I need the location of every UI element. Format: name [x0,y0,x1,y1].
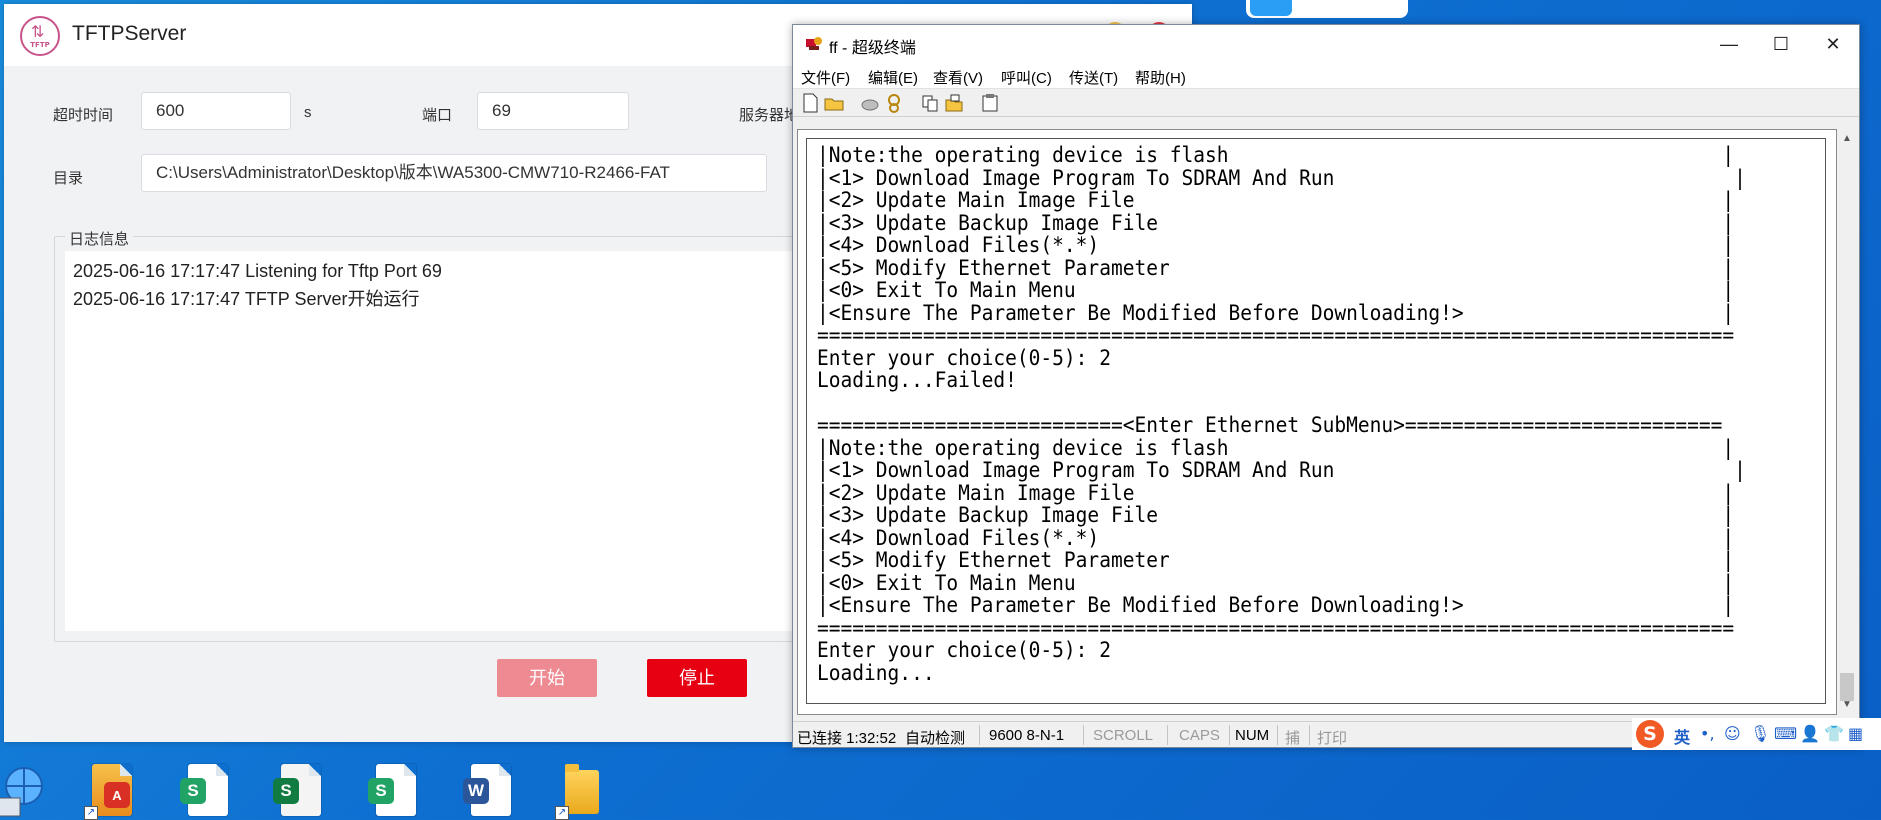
tftp-logo-icon: ⇅ TFTP [20,16,60,56]
hyperterminal-app-icon [806,37,822,50]
status-print: 打印 [1317,730,1348,747]
terminal-line: |Note:the operating device is flash | [817,435,1735,460]
status-scroll: SCROLL [1093,727,1154,744]
terminal-line: |<3> Update Backup Image File | [817,210,1735,235]
start-button[interactable]: 开始 [497,659,597,697]
microphone-icon[interactable]: 🎙 [1750,724,1770,743]
sheet-icon[interactable]: S [368,762,422,820]
terminal-line: |<2> Update Main Image File | [817,188,1735,212]
directory-input[interactable]: C:\Users\Administrator\Desktop\版本\WA5300… [141,154,767,192]
maximize-button[interactable]: ☐ [1757,29,1805,59]
folder-shortcut-icon[interactable]: ↗ [555,762,609,820]
receive-file-icon[interactable] [943,92,965,114]
menu-bar: 文件(F) 编辑(E) 查看(V) 呼叫(C) 传送(T) 帮助(H) [793,63,1859,89]
terminal-line: |<Ensure The Parameter Be Modified Befor… [817,593,1735,617]
vertical-scrollbar[interactable]: ▲ ▼ [1837,129,1857,715]
emoji-icon[interactable]: ☺ [1724,724,1741,743]
terminal-line: |<5> Modify Ethernet Parameter | [817,255,1735,280]
user-icon[interactable]: 👤 [1800,724,1820,743]
status-connected: 已连接 1:32:52 [797,730,897,747]
terminal-line: Enter your choice(0-5): 2 [817,638,1111,662]
menu-call[interactable]: 呼叫(C) [1001,67,1052,88]
menu-help[interactable]: 帮助(H) [1135,67,1186,88]
terminal-line: |Note:the operating device is flash | [817,143,1735,167]
stop-button[interactable]: 停止 [647,659,747,697]
status-capture: 捕 [1285,730,1301,747]
punctuation-icon[interactable]: •, [1700,724,1715,743]
scroll-down-icon[interactable]: ▼ [1839,697,1855,713]
menu-edit[interactable]: 编辑(E) [868,67,918,88]
send-file-icon[interactable] [919,92,941,114]
close-button[interactable]: ✕ [1809,29,1857,59]
terminal-line: |<4> Download Files(*.*) | [817,525,1735,550]
terminal-line: |<5> Modify Ethernet Parameter | [817,548,1735,572]
disconnect-icon[interactable] [883,92,905,114]
terminal-line: |<3> Update Backup Image File | [817,503,1735,527]
terminal-line: |<4> Download Files(*.*) | [817,233,1735,257]
terminal-line: |<2> Update Main Image File | [817,480,1735,505]
log-title: 日志信息 [65,228,134,249]
terminal-screen[interactable]: |Note:the operating device is flash | |<1… [797,129,1837,715]
pdf-shortcut-icon[interactable]: A ↗ [84,762,138,820]
dial-phone-icon[interactable] [859,92,881,114]
menu-file[interactable]: 文件(F) [801,67,850,88]
terminal-line: |<0> Exit To Main Menu | [817,278,1735,302]
new-file-icon[interactable] [799,92,821,114]
notification-badge [1246,0,1408,18]
status-num: NUM [1235,727,1270,744]
terminal-output: |Note:the operating device is flash | |<1… [817,144,1756,684]
terminal-line: |<Ensure The Parameter Be Modified Befor… [817,300,1735,325]
terminal-line: ========================================… [817,323,1735,347]
port-label: 端口 [422,107,453,124]
terminal-line: |<1> Download Image Program To SDRAM And… [817,165,1746,190]
port-input[interactable]: 69 [477,92,629,130]
terminal-titlebar: ff - 超级终端 — ☐ ✕ [793,25,1859,63]
ime-mode-toggle[interactable]: 英 [1674,724,1690,748]
terminal-line: Loading... [817,660,935,685]
status-caps: CAPS [1179,727,1220,744]
server-address-label: 服务器地 [739,107,800,124]
terminal-line: |<1> Download Image Program To SDRAM And… [817,458,1746,482]
keyboard-icon[interactable]: ⌨ [1774,724,1797,743]
timeout-label: 超时时间 [53,107,114,124]
sheet-icon[interactable]: S [180,762,234,820]
terminal-line: Enter your choice(0-5): 2 [817,345,1111,370]
terminal-line: ========================================… [817,615,1735,640]
toolbox-icon[interactable]: ▦ [1848,724,1863,743]
toolbar [793,89,1859,117]
timeout-unit-label: s [304,104,312,121]
skin-icon[interactable]: 👕 [1824,724,1844,743]
status-baud: 9600 8-N-1 [989,727,1065,744]
timeout-input[interactable]: 600 [141,92,291,130]
terminal-line: |<0> Exit To Main Menu | [817,570,1735,595]
network-icon[interactable] [0,762,48,820]
sheet-icon[interactable]: S [273,762,327,820]
open-folder-icon[interactable] [823,92,845,114]
status-detect: 自动检测 [905,730,966,747]
ime-toolbar: S 英 •, ☺ 🎙 ⌨ 👤 👕 ▦ [1632,718,1881,750]
menu-transfer[interactable]: 传送(T) [1069,67,1118,88]
terminal-line: Loading...Failed! [817,368,1017,392]
scroll-up-icon[interactable]: ▲ [1839,131,1855,147]
hyperterminal-window: ff - 超级终端 — ☐ ✕ 文件(F) 编辑(E) 查看(V) 呼叫(C) … [792,24,1860,748]
terminal-line: ==========================<Enter Etherne… [817,413,1723,437]
desktop-icon-row: A ↗ S S S W ↗ [0,758,660,820]
minimize-button[interactable]: — [1705,29,1753,59]
properties-icon[interactable] [979,92,1001,114]
window-title: TFTPServer [72,22,187,45]
sogou-ime-icon[interactable]: S [1636,720,1664,748]
window-title: ff - 超级终端 [829,40,916,57]
menu-view[interactable]: 查看(V) [933,67,983,88]
word-icon[interactable]: W [463,762,517,820]
directory-label: 目录 [53,170,84,187]
